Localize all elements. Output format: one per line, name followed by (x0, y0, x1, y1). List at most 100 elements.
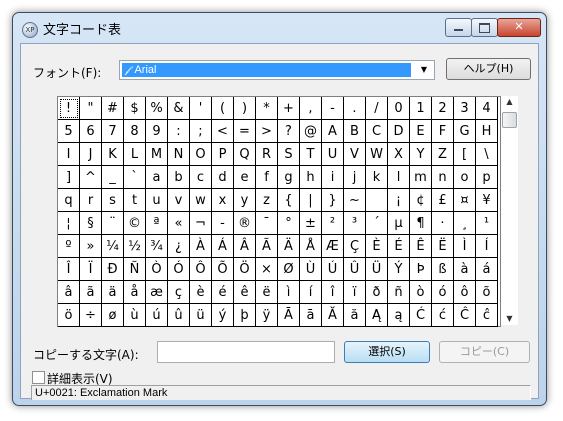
char-cell[interactable]: á (476, 258, 498, 281)
char-cell[interactable]: Ú (322, 258, 344, 281)
char-cell[interactable]: : (168, 120, 190, 143)
char-cell[interactable]: ; (190, 120, 212, 143)
char-cell[interactable]: g (278, 166, 300, 189)
char-cell[interactable]: × (256, 258, 278, 281)
char-cell[interactable]: ê (234, 281, 256, 304)
char-cell[interactable]: Á (212, 235, 234, 258)
char-cell[interactable]: ó (432, 281, 454, 304)
char-cell[interactable]: ì (278, 281, 300, 304)
char-cell[interactable]: ² (322, 212, 344, 235)
dropdown-arrow-icon[interactable]: ▼ (416, 62, 432, 78)
char-cell[interactable]: ½ (124, 235, 146, 258)
char-cell[interactable]: . (344, 97, 366, 120)
char-cell[interactable]: } (322, 189, 344, 212)
grid-scrollbar[interactable]: ▲ ▼ (501, 96, 518, 325)
char-cell[interactable]: î (322, 281, 344, 304)
char-cell[interactable]: Â (234, 235, 256, 258)
char-cell[interactable]: æ (146, 281, 168, 304)
char-cell[interactable]: ø (102, 304, 124, 327)
char-cell[interactable]: ç (168, 281, 190, 304)
char-cell[interactable]: { (278, 189, 300, 212)
char-cell[interactable]: ` (124, 166, 146, 189)
char-cell[interactable]: p (476, 166, 498, 189)
char-cell[interactable]: - (322, 97, 344, 120)
char-cell[interactable]: 9 (146, 120, 168, 143)
char-cell[interactable]: d (212, 166, 234, 189)
char-cell[interactable]: » (80, 235, 102, 258)
char-cell[interactable]: ¬ (190, 212, 212, 235)
char-cell[interactable]: Ë (432, 235, 454, 258)
advanced-view-checkbox[interactable] (32, 371, 45, 384)
char-cell[interactable]: ¹ (476, 212, 498, 235)
char-cell[interactable]: ' (190, 97, 212, 120)
char-cell[interactable]: & (168, 97, 190, 120)
title-bar[interactable]: XP 文字コード表 ✕ (13, 13, 546, 43)
char-cell[interactable]: C (366, 120, 388, 143)
char-cell[interactable]: ! (58, 97, 80, 120)
char-cell[interactable]: - (212, 212, 234, 235)
char-cell[interactable]: 8 (124, 120, 146, 143)
char-cell[interactable]: % (146, 97, 168, 120)
char-cell[interactable]: ± (300, 212, 322, 235)
help-button[interactable]: ヘルプ(H) (446, 58, 531, 80)
char-cell[interactable]: V (344, 143, 366, 166)
copy-button[interactable]: コピー(C) (439, 341, 530, 363)
char-cell[interactable]: q (58, 189, 80, 212)
char-cell[interactable]: E (410, 120, 432, 143)
char-cell[interactable]: Ù (300, 258, 322, 281)
char-cell[interactable]: Ĉ (454, 304, 476, 327)
char-cell[interactable]: í (300, 281, 322, 304)
char-cell[interactable]: ß (432, 258, 454, 281)
char-cell[interactable]: 7 (102, 120, 124, 143)
char-cell[interactable]: ¶ (410, 212, 432, 235)
char-cell[interactable]: ´ (366, 212, 388, 235)
char-cell[interactable]: | (300, 189, 322, 212)
char-cell[interactable]: ? (278, 120, 300, 143)
char-cell[interactable]: ° (278, 212, 300, 235)
close-button[interactable]: ✕ (497, 18, 541, 37)
char-cell[interactable]: þ (234, 304, 256, 327)
char-cell[interactable]: 5 (58, 120, 80, 143)
char-cell[interactable]: Î (58, 258, 80, 281)
char-cell[interactable]: ú (146, 304, 168, 327)
minimize-button[interactable] (445, 18, 472, 37)
char-cell[interactable]: Ý (388, 258, 410, 281)
char-cell[interactable]: + (278, 97, 300, 120)
char-cell[interactable]: Å (300, 235, 322, 258)
char-cell[interactable]: 6 (80, 120, 102, 143)
char-cell[interactable]: f (256, 166, 278, 189)
char-cell[interactable]: Ü (366, 258, 388, 281)
char-cell[interactable]: ¦ (58, 212, 80, 235)
char-cell[interactable]: Þ (410, 258, 432, 281)
char-cell[interactable]: À (190, 235, 212, 258)
char-cell[interactable]: A (322, 120, 344, 143)
char-cell[interactable]: º (58, 235, 80, 258)
char-cell[interactable]: x (212, 189, 234, 212)
char-cell[interactable]: D (388, 120, 410, 143)
char-cell[interactable]: û (168, 304, 190, 327)
char-cell[interactable]: Í (476, 235, 498, 258)
char-cell[interactable]: $ (124, 97, 146, 120)
char-cell[interactable]: Ą (366, 304, 388, 327)
char-cell[interactable]: M (146, 143, 168, 166)
char-cell[interactable]: ã (80, 281, 102, 304)
char-cell[interactable]: Ï (80, 258, 102, 281)
scroll-down-arrow-icon[interactable]: ▼ (501, 313, 518, 325)
char-cell[interactable]: Ñ (124, 258, 146, 281)
char-cell[interactable]: ô (454, 281, 476, 304)
char-cell[interactable]: £ (432, 189, 454, 212)
char-cell[interactable]: k (366, 166, 388, 189)
char-cell[interactable]: ¾ (146, 235, 168, 258)
char-cell[interactable]: â (58, 281, 80, 304)
char-cell[interactable]: m (410, 166, 432, 189)
char-cell[interactable]: y (234, 189, 256, 212)
char-cell[interactable] (366, 189, 388, 212)
char-cell[interactable]: Ć (410, 304, 432, 327)
char-cell[interactable]: K (102, 143, 124, 166)
char-cell[interactable]: B (344, 120, 366, 143)
char-cell[interactable]: É (388, 235, 410, 258)
char-cell[interactable]: ^ (80, 166, 102, 189)
char-cell[interactable]: F (432, 120, 454, 143)
char-cell[interactable]: ¡ (388, 189, 410, 212)
char-cell[interactable]: ¼ (102, 235, 124, 258)
